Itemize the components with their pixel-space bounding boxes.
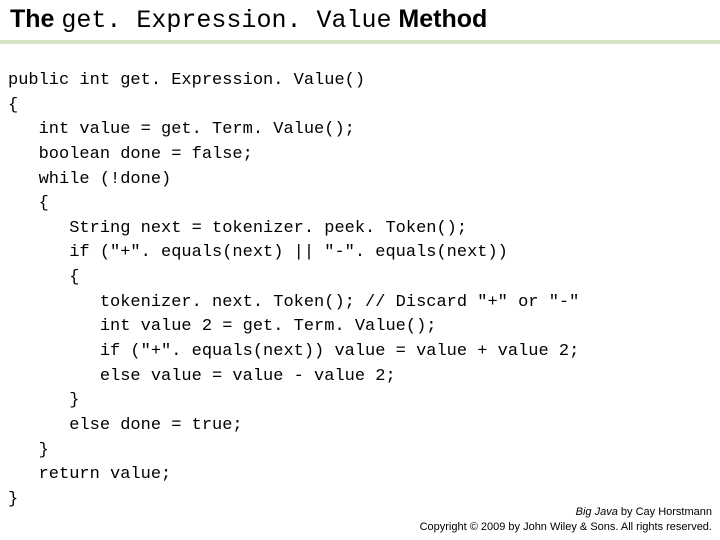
title-underline bbox=[0, 40, 720, 44]
footer-copyright: Copyright © 2009 by John Wiley & Sons. A… bbox=[420, 520, 712, 534]
book-title: Big Java bbox=[576, 506, 618, 518]
book-author: by Cay Horstmann bbox=[618, 506, 712, 518]
footer: Big Java by Cay Horstmann Copyright © 20… bbox=[420, 505, 712, 534]
footer-line-1: Big Java by Cay Horstmann bbox=[420, 505, 712, 519]
title-method-name: get. Expression. Value bbox=[61, 6, 391, 35]
code-block: public int get. Expression. Value() { in… bbox=[8, 69, 579, 513]
title-suffix: Method bbox=[391, 5, 487, 33]
slide-title: The get. Expression. Value Method bbox=[10, 5, 487, 35]
slide: The get. Expression. Value Method public… bbox=[0, 0, 720, 540]
title-prefix: The bbox=[10, 5, 61, 33]
